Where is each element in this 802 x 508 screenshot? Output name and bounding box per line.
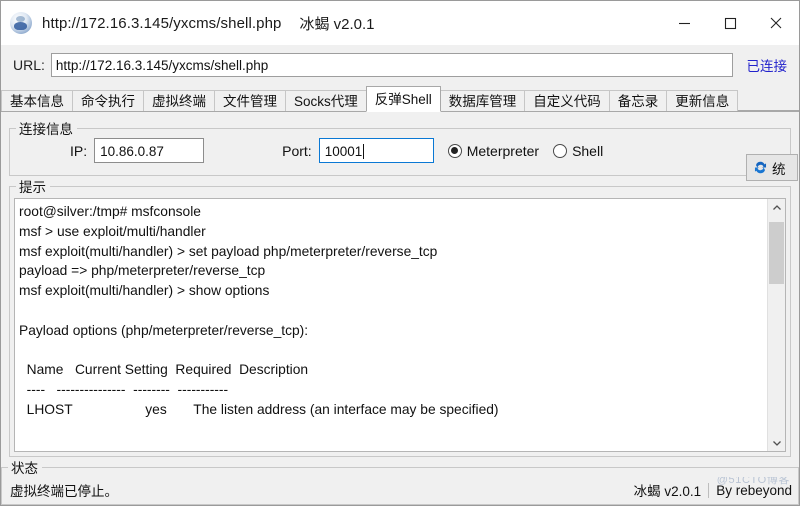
tips-scrollbar[interactable]: [767, 199, 785, 451]
tab-update-info[interactable]: 更新信息: [666, 90, 739, 111]
text-caret: [363, 144, 365, 159]
tab-custom-code[interactable]: 自定义代码: [524, 90, 610, 111]
sync-refresh-icon: [754, 161, 767, 174]
close-icon[interactable]: [753, 1, 799, 45]
tab-basic-info[interactable]: 基本信息: [1, 90, 73, 111]
window-title-url: http://172.16.3.145/yxcms/shell.php: [42, 14, 282, 32]
start-listener-label: 统: [772, 161, 786, 177]
status-row: 虚拟终端已停止。 @51CTO博客 冰蝎 v2.0.1 By rebeyond: [2, 474, 798, 503]
radio-meterpreter-indicator: [447, 143, 462, 158]
status-branding: @51CTO博客 冰蝎 v2.0.1 By rebeyond: [633, 474, 792, 500]
radio-shell-label: Shell: [572, 142, 604, 159]
title-bar: http://172.16.3.145/yxcms/shell.php 冰蝎 v…: [1, 1, 799, 45]
start-listener-button[interactable]: 统: [746, 154, 798, 181]
status-legend: 状态: [11, 461, 38, 476]
scorpion-app-icon: [10, 12, 32, 34]
tips-console-area: root@silver:/tmp# msfconsole msf > use e…: [14, 198, 786, 452]
tab-memo[interactable]: 备忘录: [608, 90, 668, 111]
status-separator: [708, 482, 710, 498]
url-input[interactable]: http://172.16.3.145/yxcms/shell.php: [50, 53, 733, 77]
scroll-up-icon[interactable]: [768, 199, 785, 216]
minimize-icon[interactable]: [661, 1, 707, 45]
tips-console-text[interactable]: root@silver:/tmp# msfconsole msf > use e…: [15, 199, 767, 451]
status-app-version: 冰蝎 v2.0.1: [633, 484, 702, 499]
tab-bar: 基本信息 命令执行 虚拟终端 文件管理 Socks代理 反弹Shell 数据库管…: [1, 85, 799, 112]
scrollbar-track[interactable]: [768, 216, 785, 434]
tab-file-manager[interactable]: 文件管理: [214, 90, 286, 111]
port-input[interactable]: 10001: [318, 138, 434, 163]
connection-info-legend: 连接信息: [19, 122, 73, 137]
reverse-shell-panel: 连接信息 IP: 10.86.0.87 Port: 10001 Meterpre…: [1, 112, 799, 457]
radio-shell-indicator: [553, 143, 568, 158]
window-controls: [661, 1, 799, 45]
ip-input[interactable]: 10.86.0.87: [94, 138, 205, 163]
tab-database-manager[interactable]: 数据库管理: [439, 90, 526, 111]
scroll-down-icon[interactable]: [768, 434, 785, 451]
connection-status-link[interactable]: 已连接: [747, 55, 788, 75]
tips-group: 提示 root@silver:/tmp# msfconsole msf > us…: [9, 176, 791, 457]
window-title-app: 冰蝎 v2.0.1: [299, 15, 375, 33]
port-label: Port:: [282, 142, 312, 159]
connection-fields-row: IP: 10.86.0.87 Port: 10001 Meterpreter S…: [10, 138, 790, 163]
url-label: URL:: [13, 57, 45, 73]
application-window: http://172.16.3.145/yxcms/shell.php 冰蝎 v…: [0, 0, 800, 506]
tab-virtual-terminal[interactable]: 虚拟终端: [143, 90, 215, 111]
maximize-icon[interactable]: [707, 1, 753, 45]
radio-shell[interactable]: Shell: [553, 143, 603, 159]
tab-reverse-shell[interactable]: 反弹Shell: [365, 86, 441, 112]
tab-strip-filler: [737, 90, 799, 111]
port-input-value: 10001: [324, 144, 363, 159]
tab-socks-proxy[interactable]: Socks代理: [285, 90, 367, 111]
status-message: 虚拟终端已停止。: [10, 484, 118, 499]
url-bar: URL: http://172.16.3.145/yxcms/shell.php…: [1, 45, 799, 85]
radio-meterpreter[interactable]: Meterpreter: [447, 142, 540, 159]
tab-command-exec[interactable]: 命令执行: [72, 90, 144, 111]
radio-meterpreter-label: Meterpreter: [466, 142, 540, 159]
status-author: By rebeyond: [716, 482, 792, 498]
tips-legend: 提示: [19, 180, 46, 195]
scrollbar-thumb[interactable]: [769, 222, 784, 284]
connection-info-group: 连接信息 IP: 10.86.0.87 Port: 10001 Meterpre…: [9, 118, 798, 181]
status-group: 状态 虚拟终端已停止。 @51CTO博客 冰蝎 v2.0.1 By rebeyo…: [1, 457, 799, 505]
ip-label: IP:: [70, 142, 88, 159]
